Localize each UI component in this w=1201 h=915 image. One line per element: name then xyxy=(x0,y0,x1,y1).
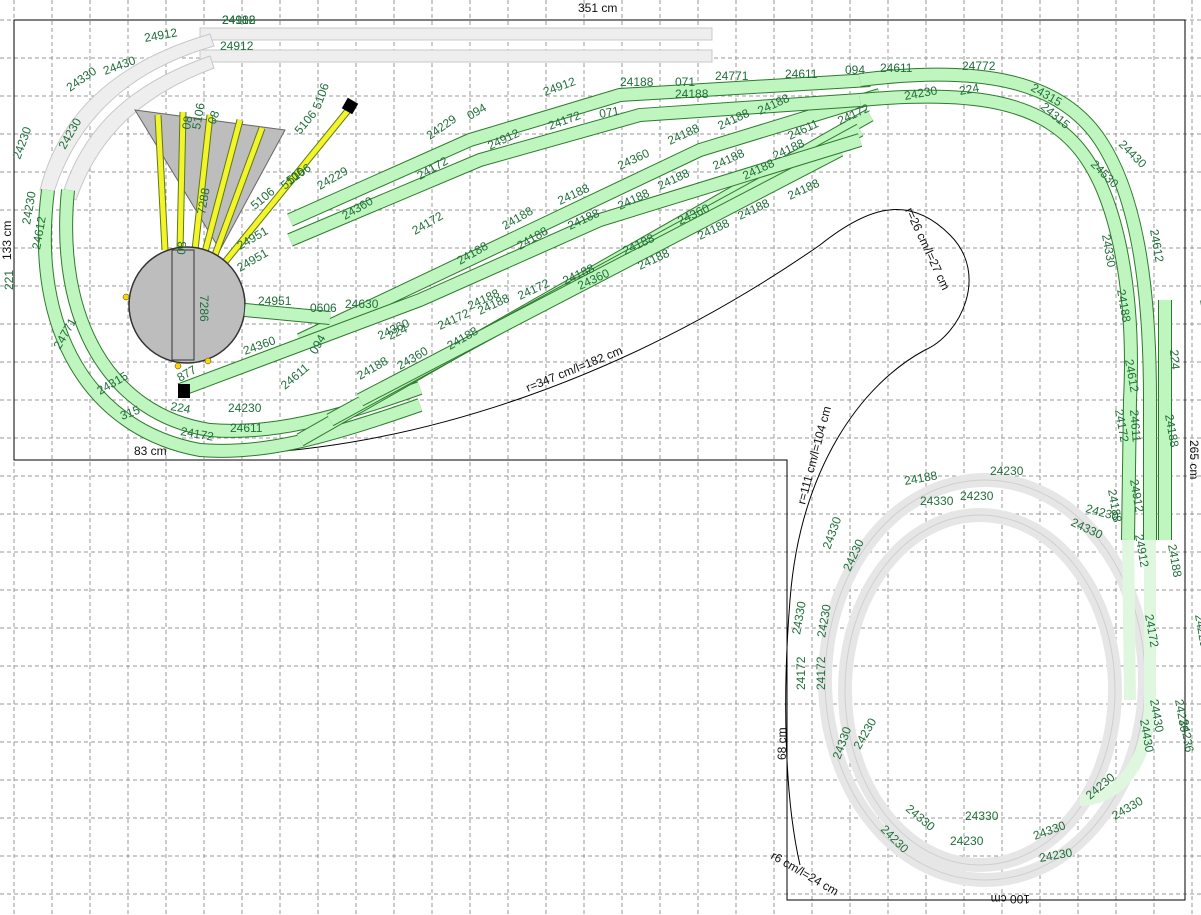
track-piece-label: 24912 xyxy=(541,74,577,99)
track-piece-label: 0606 xyxy=(310,301,337,315)
track-piece-label: 24188 xyxy=(355,354,391,383)
track-piece-label: 24330 xyxy=(920,494,954,508)
track-piece-label: 08 xyxy=(179,115,195,131)
track-piece-label: 5106 xyxy=(310,81,332,111)
track-piece-label: 24188 xyxy=(675,87,709,101)
track-piece-label: 224 xyxy=(1167,349,1183,370)
track-plan-canvas: 7286 351 cm 133 cm 265 cm 83 cm 100 cm 6… xyxy=(0,0,1201,915)
track-piece-label: 094 xyxy=(845,63,865,77)
track-piece-label: 24912 xyxy=(143,25,179,45)
track-piece-label: 24611 xyxy=(880,61,913,75)
track-piece-label: 24230 xyxy=(228,401,262,415)
track-piece-label: 24188 xyxy=(1165,543,1185,579)
turntable-label: 7286 xyxy=(197,295,211,322)
track-piece-label: 24330 xyxy=(64,64,100,95)
dim-bottom-right: 100 cm xyxy=(991,892,1030,906)
dim-top-width: 351 cm xyxy=(578,1,617,15)
dim-left-height: 133 cm xyxy=(0,221,14,260)
dim-right-height: 265 cm xyxy=(1187,440,1201,479)
track-piece-label: 24630 xyxy=(345,297,379,311)
track-piece-label: 24236 xyxy=(1177,718,1197,754)
track-piece-label: 24611 xyxy=(785,67,818,81)
track-piece-label: 24330 xyxy=(789,600,809,636)
track-piece-label: 24230 xyxy=(960,489,994,503)
buffer-stop-icon-2 xyxy=(178,384,190,398)
track-piece-label: 24330 xyxy=(820,515,845,551)
track-piece-label: 221 xyxy=(2,270,16,290)
track-piece-label: 24229 xyxy=(1192,613,1201,649)
dim-bottom-left: 83 cm xyxy=(134,444,167,458)
dim-lower-left-height: 68 cm xyxy=(775,727,789,760)
track-piece-label: 24611 xyxy=(1127,409,1144,443)
track-piece-label: 5106 xyxy=(292,107,320,137)
dim-arc-inner: r=26 cm/l=27 cm xyxy=(902,205,952,292)
track-piece-label: 24951 xyxy=(258,294,292,308)
track-piece-label: 24611 xyxy=(230,421,263,435)
track-piece-label: 24172 xyxy=(794,656,808,690)
track-piece-label: 24611 xyxy=(278,360,312,392)
dim-arc-bottom: r6 cm/l=24 cm xyxy=(769,848,842,898)
track-piece-label: 094 xyxy=(465,100,490,122)
track-piece-label: 24230 xyxy=(990,464,1024,478)
track-piece-label: 24771 xyxy=(1197,298,1201,334)
track-piece-label: 24771 xyxy=(715,69,749,83)
track-piece-label: 24912 xyxy=(220,39,254,53)
track-piece-label: 24330 xyxy=(965,809,999,823)
track-piece-label: 24230 xyxy=(10,125,35,161)
track-piece-label: 24188 xyxy=(222,13,256,27)
track-piece-label: 08 xyxy=(174,240,189,255)
track-piece-label: 24172 xyxy=(814,656,828,690)
track-piece-label: 24172 xyxy=(410,209,446,238)
track-piece-label: 24612 xyxy=(1147,228,1167,264)
track-piece-label: 24229 xyxy=(424,112,460,143)
track-piece-label: 24230 xyxy=(950,834,984,848)
track-piece-label: 5106 xyxy=(284,160,314,187)
track-piece-label: 24188 xyxy=(620,75,654,89)
dim-arc-main: r=347 cm/l=182 cm xyxy=(524,343,624,394)
track-piece-label: 24188 xyxy=(665,121,701,148)
turntable-icon xyxy=(128,246,246,364)
track-piece-label: 24330 xyxy=(903,802,938,834)
track-piece-label: 24772 xyxy=(962,59,996,73)
